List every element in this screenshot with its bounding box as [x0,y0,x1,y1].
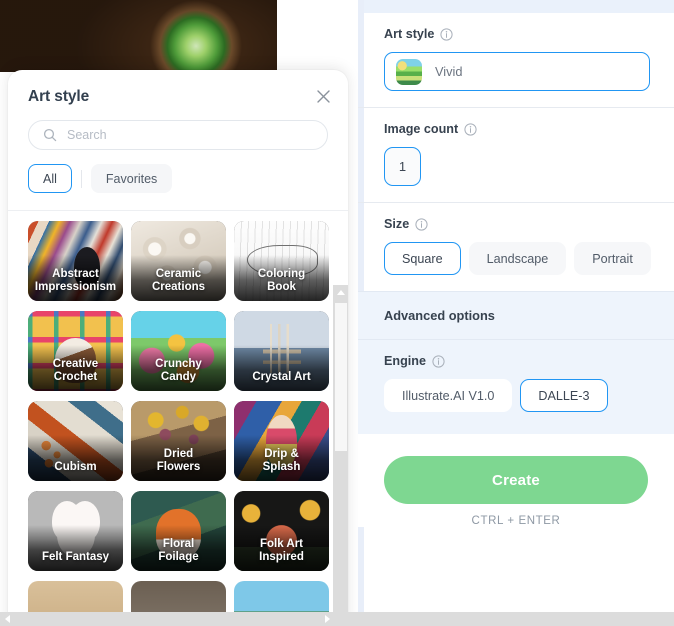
card-overlay [28,435,123,481]
search-box[interactable] [28,120,328,150]
art-style-label: Folk Art Inspired [259,538,304,564]
app-root: Art style Search All Favorites Abstract … [0,0,674,626]
generated-image-preview [0,0,277,72]
size-options: Square Landscape Portrait [384,242,651,275]
canvas-area: Art style Search All Favorites Abstract … [0,0,358,626]
scroll-left-button[interactable] [0,612,14,626]
scroll-right-button[interactable] [320,612,334,626]
search-input[interactable] [67,121,327,149]
art-style-grid-partial-row [28,581,337,616]
art-style-label: Cubism [54,461,97,474]
close-icon[interactable] [312,85,334,107]
art-style-label: Dried Flowers [156,448,201,474]
modal-title: Art style [28,88,90,105]
art-style-card[interactable]: Coloring Book [234,221,329,301]
section-engine: Engine Illustrate.AI V1.0 DALLE-3 [358,339,674,434]
size-option-landscape[interactable]: Landscape [468,242,567,275]
search-icon [43,128,57,142]
section-image-count: Image count 1 [358,108,674,202]
filter-separator [80,169,82,188]
art-style-label-text: Art style [384,27,435,41]
art-style-label: Felt Fantasy [41,551,110,564]
art-style-card[interactable]: Creative Crochet [28,311,123,391]
art-style-card[interactable]: Felt Fantasy [28,491,123,571]
size-section-label: Size [384,217,650,231]
chevron-up-icon [336,290,345,295]
cta-area: Create CTRL + ENTER [358,434,674,527]
settings-panel: Art style Vivid Image count 1 Size Squar… [358,0,674,626]
filter-chip-favorites[interactable]: Favorites [90,164,173,193]
art-style-card[interactable]: Ceramic Creations [131,221,226,301]
art-style-label: Floral Foilage [158,538,199,564]
art-style-card[interactable]: Folk Art Inspired [234,491,329,571]
art-style-card[interactable]: Cubism [28,401,123,481]
art-style-card[interactable]: Abstract Impressionism [28,221,123,301]
art-style-card[interactable]: Crunchy Candy [131,311,226,391]
chevron-left-icon [4,615,10,623]
art-style-card[interactable]: Drip & Splash [234,401,329,481]
art-style-label: Crunchy Candy [155,358,202,384]
art-style-label: Abstract Impressionism [34,268,117,294]
art-style-label: Creative Crochet [52,358,99,384]
art-style-card[interactable]: Crystal Art [234,311,329,391]
engine-options: Illustrate.AI V1.0 DALLE-3 [384,379,650,412]
art-style-label: Crystal Art [252,371,311,384]
art-style-section-label: Art style [384,27,650,41]
art-style-selector[interactable]: Vivid [384,52,650,91]
engine-section-label: Engine [384,354,650,368]
scrollbar-thumb[interactable] [335,303,347,451]
engine-label-text: Engine [384,354,426,368]
image-count-section-label: Image count [384,122,650,136]
window-horizontal-scrollbar[interactable] [0,612,674,626]
info-icon[interactable] [440,27,454,41]
art-style-card[interactable]: Dried Flowers [131,401,226,481]
size-option-square[interactable]: Square [384,242,461,275]
info-icon[interactable] [432,354,445,368]
art-style-modal: Art style Search All Favorites Abstract … [8,70,348,626]
modal-header: Art style [8,70,348,106]
art-style-label: Ceramic Creations [151,268,206,294]
art-style-selected-value: Vivid [435,64,463,79]
filter-chip-all[interactable]: All [28,164,72,193]
image-count-label-text: Image count [384,122,459,136]
filter-chips: All Favorites [8,150,348,193]
art-style-selected-thumbnail [396,58,422,85]
create-button[interactable]: Create [384,456,648,504]
advanced-options-header[interactable]: Advanced options [358,291,674,339]
art-style-card[interactable] [28,581,123,616]
art-style-label: Coloring Book [257,268,306,294]
art-style-card[interactable] [131,581,226,616]
image-count-value[interactable]: 1 [384,147,421,186]
art-style-label: Drip & Splash [262,448,301,474]
section-art-style: Art style Vivid [358,13,674,107]
engine-option-illustrate-ai[interactable]: Illustrate.AI V1.0 [384,379,513,412]
panel-top-band [358,0,674,13]
info-icon[interactable] [464,122,477,136]
keyboard-shortcut-hint: CTRL + ENTER [471,515,561,527]
info-icon[interactable] [415,217,428,231]
art-style-card[interactable] [234,581,329,616]
section-size: Size Square Landscape Portrait [358,203,674,291]
card-overlay [28,525,123,571]
art-style-card[interactable]: Floral Foilage [131,491,226,571]
art-style-grid: Abstract Impressionism Ceramic Creations… [28,221,337,571]
engine-option-dalle-3[interactable]: DALLE-3 [520,379,608,412]
size-option-portrait[interactable]: Portrait [574,242,651,275]
art-style-grid-scroll[interactable]: Abstract Impressionism Ceramic Creations… [8,211,348,616]
card-overlay [234,345,329,391]
chevron-right-icon [324,615,330,623]
search-container [8,106,348,150]
scroll-up-button[interactable] [333,285,348,300]
modal-vertical-scrollbar[interactable] [333,285,348,626]
size-label-text: Size [384,217,410,231]
settings-content: Art style Vivid Image count 1 Size Squar… [358,13,674,527]
